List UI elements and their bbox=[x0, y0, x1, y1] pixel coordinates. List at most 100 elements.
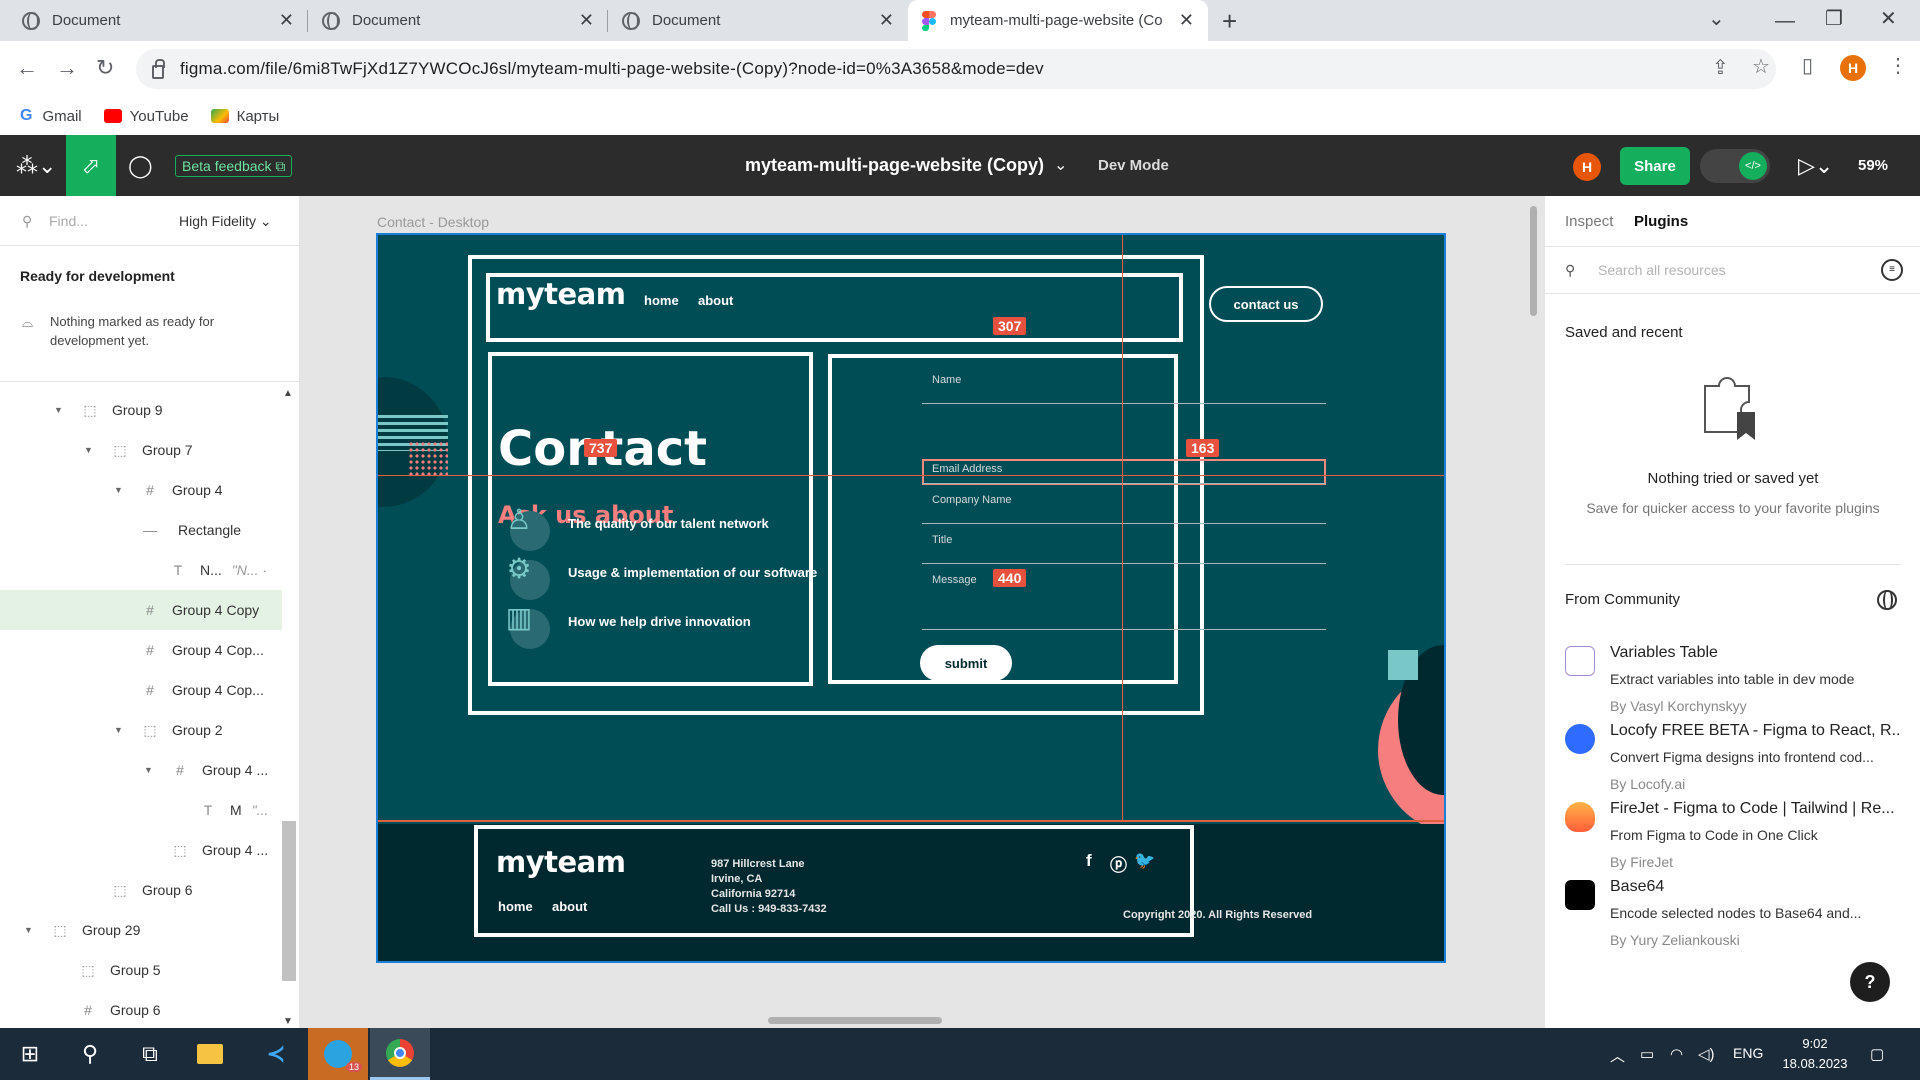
divider bbox=[0, 381, 300, 382]
canvas-vertical-scrollbar[interactable] bbox=[1530, 206, 1537, 316]
tab-search-chevron-icon[interactable]: ⌄ bbox=[1708, 6, 1725, 31]
layer-row[interactable]: ▼ # Group 4 ... bbox=[0, 750, 282, 790]
minimize-icon[interactable]: — bbox=[1775, 10, 1795, 33]
notifications-icon[interactable]: ▢ bbox=[1870, 1045, 1884, 1063]
browser-tab-1[interactable]: Document ✕ bbox=[8, 0, 308, 41]
feature-item: ♙ The quality of our talent network bbox=[498, 499, 769, 551]
wifi-icon[interactable]: ◠ bbox=[1670, 1045, 1683, 1063]
layers-panel: ⚲ Find... High Fidelity ⌄ Ready for deve… bbox=[0, 196, 300, 1028]
close-icon[interactable]: ✕ bbox=[579, 10, 594, 31]
canvas-horizontal-scrollbar[interactable] bbox=[768, 1017, 942, 1024]
globe-icon[interactable] bbox=[1877, 590, 1897, 610]
tray-chevron-icon[interactable]: ︿ bbox=[1610, 1045, 1625, 1066]
layer-row[interactable]: ▼ ⬚ Group 29 bbox=[0, 910, 282, 950]
layers-scrollbar[interactable]: ▲ ▼ bbox=[282, 386, 296, 1028]
browser-tab-active[interactable]: myteam-multi-page-website (Co ✕ bbox=[908, 0, 1208, 41]
caret-down-icon[interactable]: ▼ bbox=[144, 765, 156, 775]
user-avatar[interactable]: H bbox=[1573, 153, 1601, 181]
file-title[interactable]: myteam-multi-page-website (Copy) bbox=[745, 155, 1044, 176]
caret-down-icon[interactable]: ▼ bbox=[114, 485, 126, 495]
new-tab-icon[interactable]: + bbox=[1222, 6, 1237, 37]
url-field[interactable]: figma.com/file/6mi8TwFjXd1Z7YWCOcJ6sl/my… bbox=[136, 49, 1776, 89]
layer-row-selected[interactable]: # Group 4 Copy bbox=[0, 590, 282, 630]
caret-down-icon[interactable]: ▼ bbox=[84, 445, 96, 455]
find-input[interactable]: Find... bbox=[49, 213, 88, 229]
menu-kebab-icon[interactable]: ⋮ bbox=[1888, 53, 1908, 78]
volume-icon[interactable]: ◁) bbox=[1698, 1045, 1715, 1063]
move-tool-button[interactable]: ⬀ bbox=[66, 135, 116, 196]
plugin-description: Extract variables into table in dev mode bbox=[1610, 671, 1855, 687]
windows-start-icon[interactable]: ⊞ bbox=[0, 1028, 60, 1080]
layer-row[interactable]: T N... "N... · bbox=[0, 550, 282, 590]
comment-icon[interactable]: ◯ bbox=[128, 153, 153, 179]
close-icon[interactable]: ✕ bbox=[879, 10, 894, 31]
restore-icon[interactable]: ❐ bbox=[1825, 6, 1843, 31]
fidelity-dropdown[interactable]: High Fidelity ⌄ bbox=[179, 213, 272, 230]
search-icon[interactable]: ⚲ bbox=[60, 1028, 120, 1080]
layer-row[interactable]: ▼ ⬚ Group 2 bbox=[0, 710, 282, 750]
plugin-item-firejet[interactable]: FireJet - Figma to Code | Tailwind | Re.… bbox=[1565, 800, 1905, 890]
vscode-icon[interactable]: ≺ bbox=[246, 1028, 306, 1080]
design-canvas[interactable]: Contact - Desktop myteam home about cont… bbox=[300, 196, 1544, 1028]
layer-row[interactable]: — Rectangle bbox=[0, 510, 282, 550]
caret-down-icon[interactable]: ▼ bbox=[24, 925, 36, 935]
present-play-icon[interactable]: ▷⌄ bbox=[1798, 153, 1833, 179]
layer-row[interactable]: ▼ # Group 4 bbox=[0, 470, 282, 510]
scroll-up-icon[interactable]: ▲ bbox=[283, 388, 293, 399]
reload-icon[interactable]: ↻ bbox=[96, 55, 114, 81]
bookmark-maps[interactable]: Карты bbox=[210, 108, 279, 125]
plugin-search-input[interactable]: Search all resources bbox=[1598, 262, 1726, 278]
browser-tab-2[interactable]: Document ✕ bbox=[308, 0, 608, 41]
layer-row[interactable]: # Group 6 bbox=[0, 990, 282, 1030]
plugin-item-base64[interactable]: Base64 Encode selected nodes to Base64 a… bbox=[1565, 878, 1905, 968]
close-icon[interactable]: ✕ bbox=[1179, 10, 1194, 31]
plugin-item-variables-table[interactable]: Variables Table Extract variables into t… bbox=[1565, 644, 1905, 734]
share-button[interactable]: Share bbox=[1620, 147, 1690, 185]
bookmark-label: Gmail bbox=[42, 107, 82, 125]
layer-row[interactable]: ⬚ Group 4 ... bbox=[0, 830, 282, 870]
tab-plugins[interactable]: Plugins bbox=[1634, 213, 1688, 230]
layer-row[interactable]: T M "... bbox=[0, 790, 282, 830]
layer-row[interactable]: ▼ ⬚ Group 9 bbox=[0, 390, 282, 430]
close-icon[interactable]: ✕ bbox=[279, 10, 294, 31]
form-field-email bbox=[922, 450, 1326, 484]
window-close-icon[interactable]: ✕ bbox=[1880, 6, 1897, 31]
dev-mode-toggle[interactable]: </> bbox=[1700, 149, 1770, 183]
contact-desktop-frame[interactable]: myteam home about contact us Contact Ask… bbox=[376, 233, 1446, 963]
sidebar-icon[interactable]: ▯ bbox=[1802, 53, 1813, 78]
scroll-down-icon[interactable]: ▼ bbox=[283, 1016, 293, 1027]
telegram-icon[interactable]: 13 bbox=[308, 1028, 368, 1080]
file-explorer-icon[interactable] bbox=[180, 1028, 240, 1080]
caret-down-icon[interactable]: ▼ bbox=[54, 405, 66, 415]
task-view-icon[interactable]: ⧉ bbox=[120, 1028, 180, 1080]
forward-arrow-icon[interactable]: → bbox=[56, 55, 78, 81]
clock[interactable]: 9:02 18.08.2023 bbox=[1775, 1034, 1855, 1074]
help-button[interactable]: ? bbox=[1850, 962, 1890, 1002]
chevron-down-icon[interactable]: ⌄ bbox=[1054, 155, 1067, 175]
bookmark-star-icon[interactable]: ☆ bbox=[1752, 54, 1770, 79]
frame-label[interactable]: Contact - Desktop bbox=[377, 214, 489, 230]
figma-menu-icon[interactable]: ⁂⌄ bbox=[16, 153, 56, 179]
caret-down-icon[interactable]: ▼ bbox=[114, 725, 126, 735]
layer-row[interactable]: ⬚ Group 5 bbox=[0, 950, 282, 990]
layer-row[interactable]: ▼ ⬚ Group 7 bbox=[0, 430, 282, 470]
layer-row[interactable]: # Group 4 Cop... bbox=[0, 630, 282, 670]
figma-toolbar: ⁂⌄ ⬀ ◯ Beta feedback ⧉ myteam-multi-page… bbox=[0, 135, 1920, 196]
layer-row[interactable]: ⬚ Group 6 bbox=[0, 870, 282, 910]
browser-tab-3[interactable]: Document ✕ bbox=[608, 0, 908, 41]
bookmark-youtube[interactable]: YouTube bbox=[103, 108, 189, 125]
battery-icon[interactable]: ▭ bbox=[1640, 1045, 1654, 1063]
scrollbar-thumb[interactable] bbox=[282, 821, 296, 981]
beta-feedback-button[interactable]: Beta feedback ⧉ bbox=[175, 155, 293, 177]
share-page-icon[interactable]: ⇪ bbox=[1712, 55, 1729, 80]
back-arrow-icon[interactable]: ← bbox=[16, 55, 38, 81]
profile-avatar[interactable]: H bbox=[1840, 55, 1866, 81]
plugin-item-locofy[interactable]: Locofy FREE BETA - Figma to React, R... … bbox=[1565, 722, 1905, 812]
tab-inspect[interactable]: Inspect bbox=[1565, 213, 1613, 230]
layer-row[interactable]: # Group 4 Cop... bbox=[0, 670, 282, 710]
chrome-icon[interactable] bbox=[370, 1028, 430, 1080]
filter-icon[interactable]: ≡ bbox=[1881, 259, 1903, 281]
bookmark-gmail[interactable]: G Gmail bbox=[20, 107, 82, 125]
language-indicator[interactable]: ENG bbox=[1733, 1045, 1763, 1061]
zoom-level[interactable]: 59% bbox=[1858, 157, 1888, 174]
